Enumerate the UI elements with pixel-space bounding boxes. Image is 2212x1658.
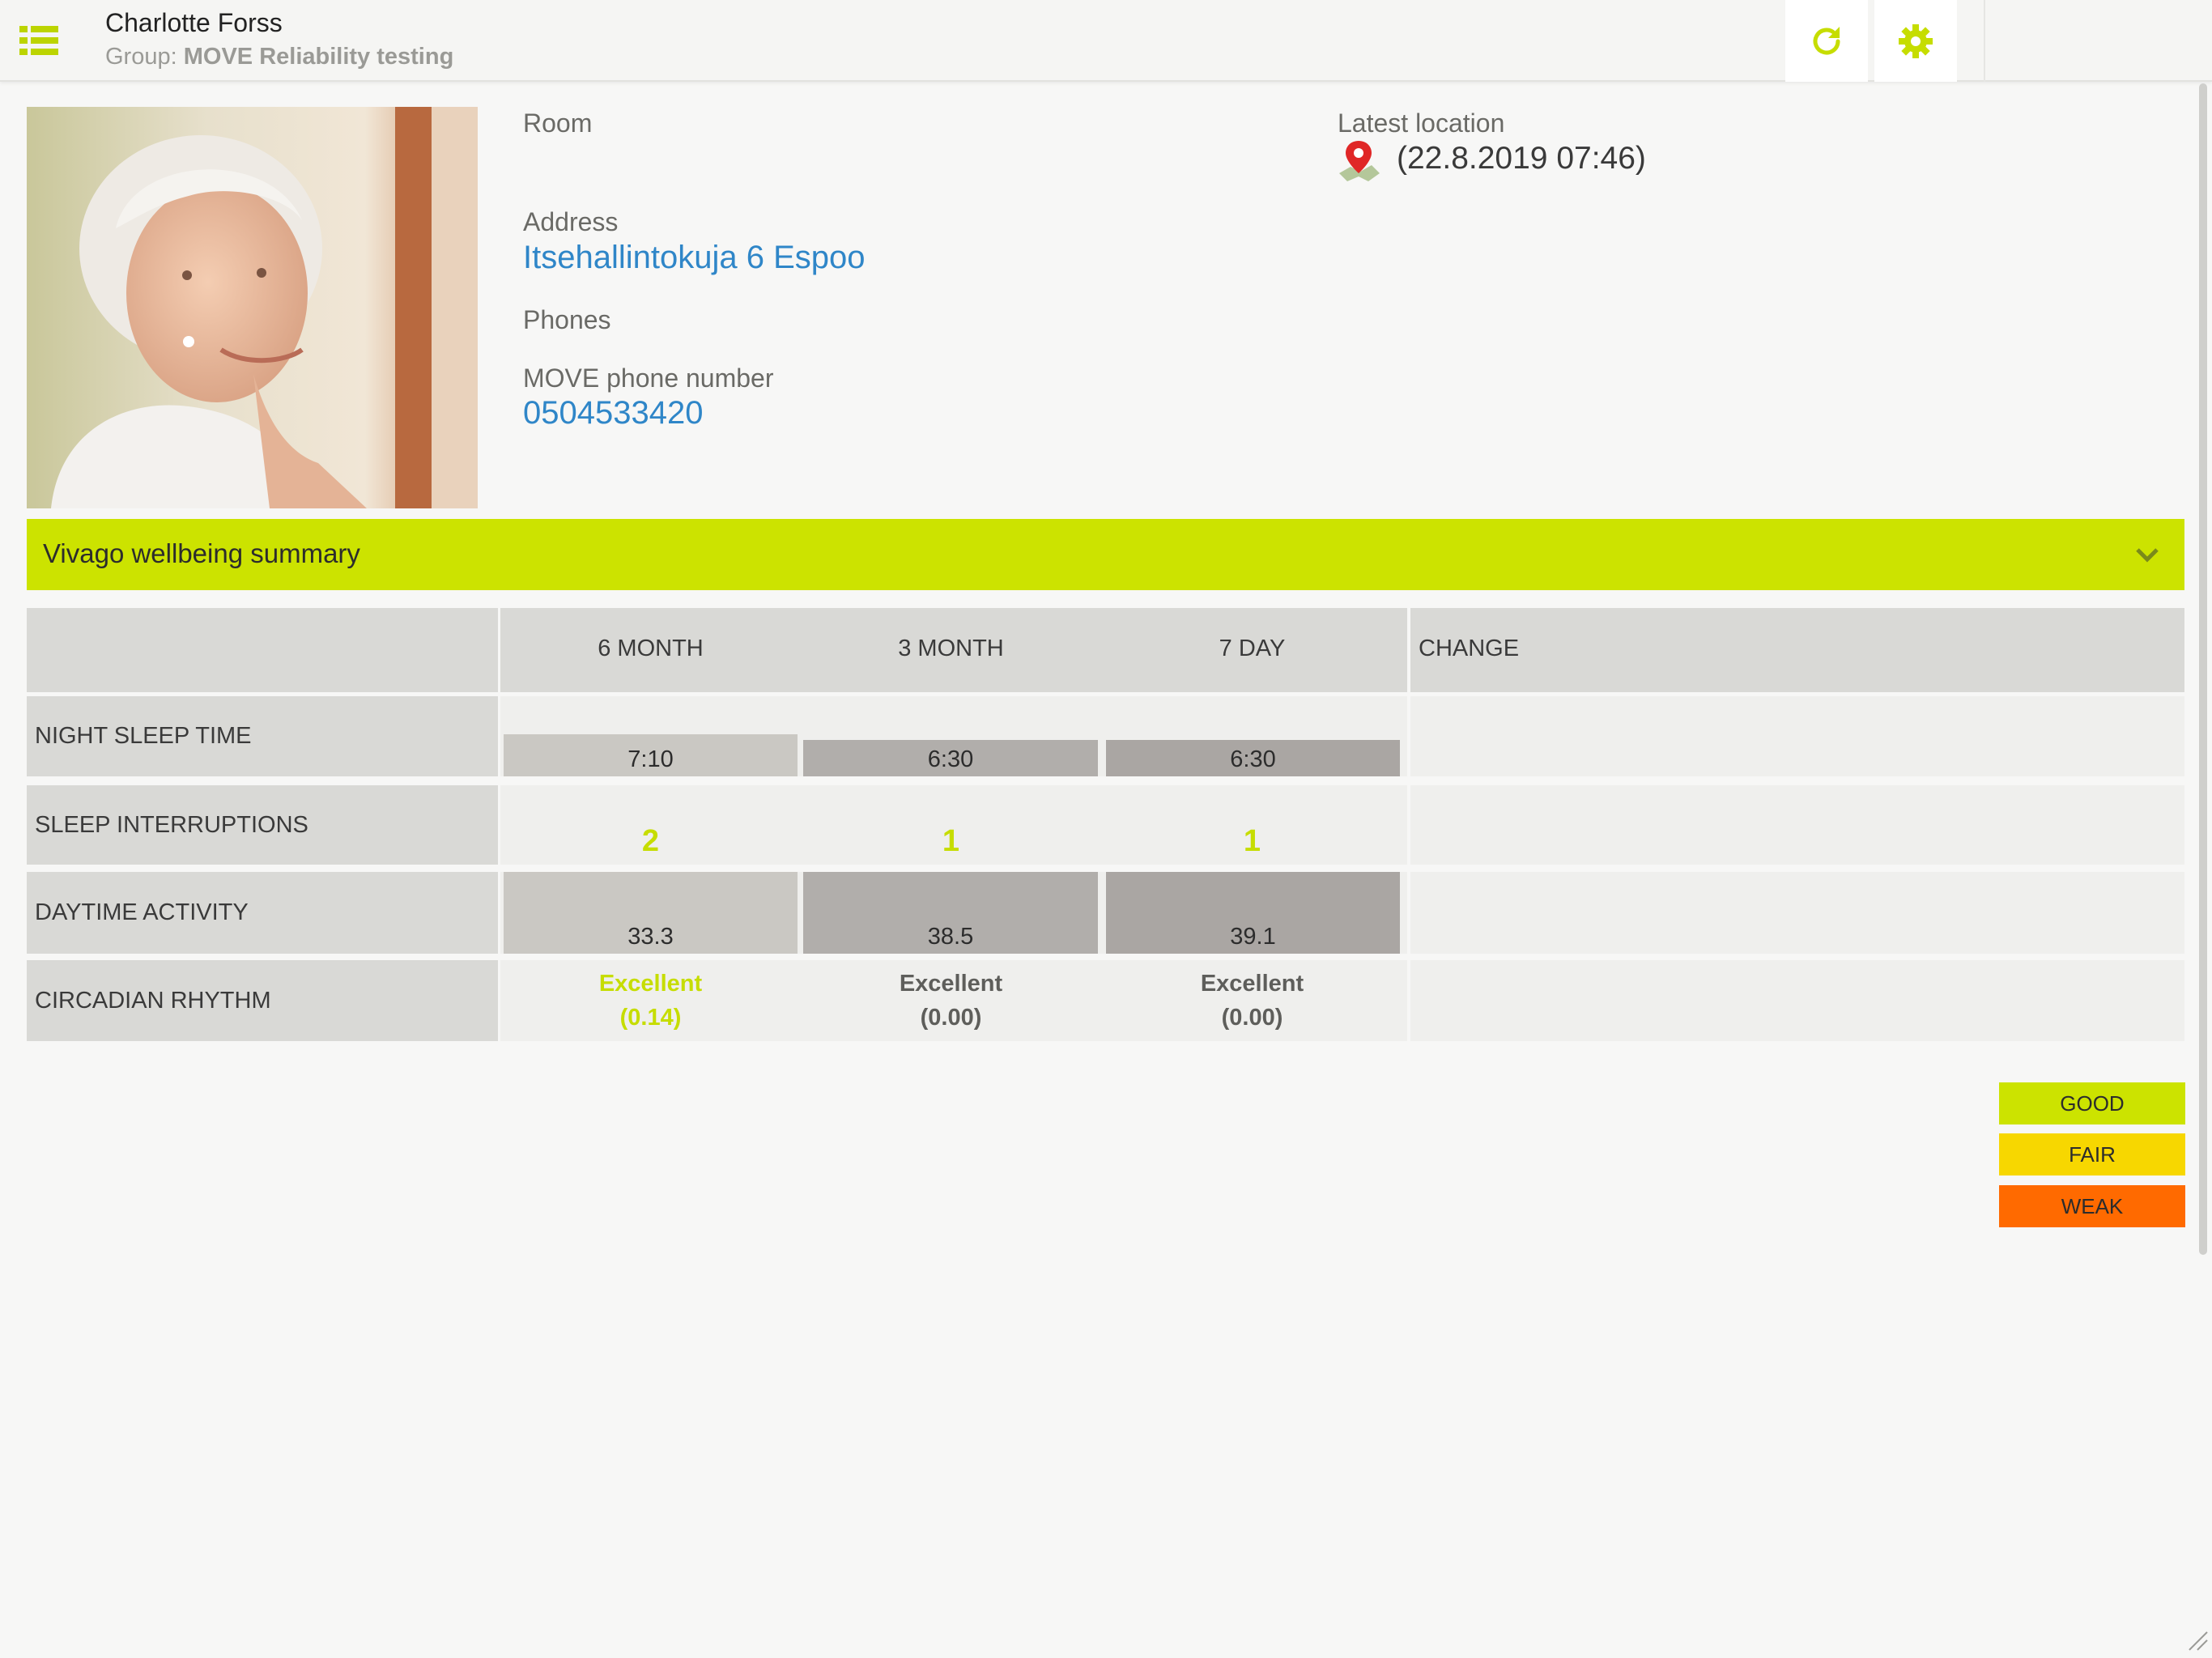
room-label: Room: [523, 108, 593, 138]
circadian-change: [1410, 960, 2184, 1041]
banner-title: Vivago wellbeing summary: [43, 538, 360, 568]
latest-location-value: (22.8.2019 07:46): [1397, 141, 1646, 176]
table-header-change: CHANGE: [1410, 608, 2184, 692]
col-3-month: 3 MONTH: [898, 636, 1004, 661]
night-sleep-6-month: 7:10: [504, 734, 798, 776]
address-label: Address: [523, 207, 619, 236]
header-divider: [1984, 0, 1985, 82]
circadian-6-month: Excellent (0.14): [500, 967, 801, 1035]
row-label-interruptions: SLEEP INTERRUPTIONS: [27, 785, 498, 865]
circadian-3-month: Excellent (0.00): [801, 967, 1101, 1035]
night-sleep-7-day: 6:30: [1106, 740, 1400, 776]
interruptions-7-day: 1: [1243, 824, 1261, 858]
profile-photo: [27, 107, 478, 508]
circadian-6-month-score: (0.14): [619, 1005, 682, 1031]
map-pin-icon[interactable]: [1336, 138, 1381, 183]
settings-button[interactable]: [1874, 0, 1957, 82]
daytime-activity-6-month: 33.3: [504, 872, 798, 954]
col-change: CHANGE: [1419, 636, 1520, 661]
group-line: Group: MOVE Reliability testing: [105, 44, 453, 70]
address-link[interactable]: Itsehallintokuja 6 Espoo: [523, 240, 866, 276]
group-name: MOVE Reliability testing: [183, 44, 454, 70]
legend-good: GOOD: [1999, 1082, 2185, 1124]
daytime-activity-change: [1410, 872, 2184, 954]
legend-fair: FAIR: [1999, 1133, 2185, 1175]
wellbeing-summary-banner[interactable]: Vivago wellbeing summary: [27, 519, 2184, 590]
move-phone-link[interactable]: 0504533420: [523, 395, 703, 432]
chevron-down-icon[interactable]: [2133, 540, 2162, 569]
circadian-3-month-rating: Excellent: [899, 971, 1003, 997]
circadian-7-day-score: (0.00): [1221, 1005, 1283, 1031]
row-label-circadian: CIRCADIAN RHYTHM: [27, 960, 498, 1041]
circadian-3-month-score: (0.00): [920, 1005, 982, 1031]
daytime-activity-cells: 33.3 38.5 39.1: [500, 872, 1407, 954]
row-label-night-sleep: NIGHT SLEEP TIME: [27, 696, 498, 776]
table-header-periods: 6 MONTH 3 MONTH 7 DAY: [500, 608, 1407, 692]
interruptions-6-month: 2: [641, 824, 660, 858]
legend-weak: WEAK: [1999, 1185, 2185, 1227]
move-phone-label: MOVE phone number: [523, 363, 774, 393]
daytime-activity-7-day: 39.1: [1106, 872, 1400, 954]
top-bar: Charlotte Forss Group: MOVE Reliability …: [0, 0, 2212, 82]
latest-location-label: Latest location: [1338, 108, 1505, 138]
daytime-activity-3-month: 38.5: [803, 872, 1098, 954]
interruptions-change: [1410, 785, 2184, 865]
circadian-cells: Excellent (0.14) Excellent (0.00) Excell…: [500, 960, 1407, 1041]
circadian-7-day-rating: Excellent: [1200, 971, 1304, 997]
night-sleep-3-month: 6:30: [803, 740, 1098, 776]
interruptions-3-month: 1: [942, 824, 960, 858]
circadian-7-day: Excellent (0.00): [1102, 967, 1402, 1035]
scrollbar[interactable]: [2199, 83, 2207, 1255]
group-prefix: Group:: [105, 44, 177, 70]
table-header-corner: [27, 608, 498, 692]
refresh-icon: [1813, 26, 1840, 54]
col-7-day: 7 DAY: [1219, 636, 1286, 661]
resize-grip-icon[interactable]: [2186, 1629, 2209, 1652]
phones-label: Phones: [523, 305, 611, 334]
circadian-6-month-rating: Excellent: [598, 971, 703, 997]
patient-name: Charlotte Forss: [105, 8, 283, 37]
night-sleep-cells: 7:10 6:30 6:30: [500, 696, 1407, 776]
row-label-daytime-activity: DAYTIME ACTIVITY: [27, 872, 498, 954]
list-icon[interactable]: [11, 18, 66, 63]
interruptions-cells: 2 1 1: [500, 785, 1407, 865]
night-sleep-change: [1410, 696, 2184, 776]
col-6-month: 6 MONTH: [598, 636, 704, 661]
gear-icon: [1899, 23, 1933, 58]
refresh-button[interactable]: [1785, 0, 1868, 82]
